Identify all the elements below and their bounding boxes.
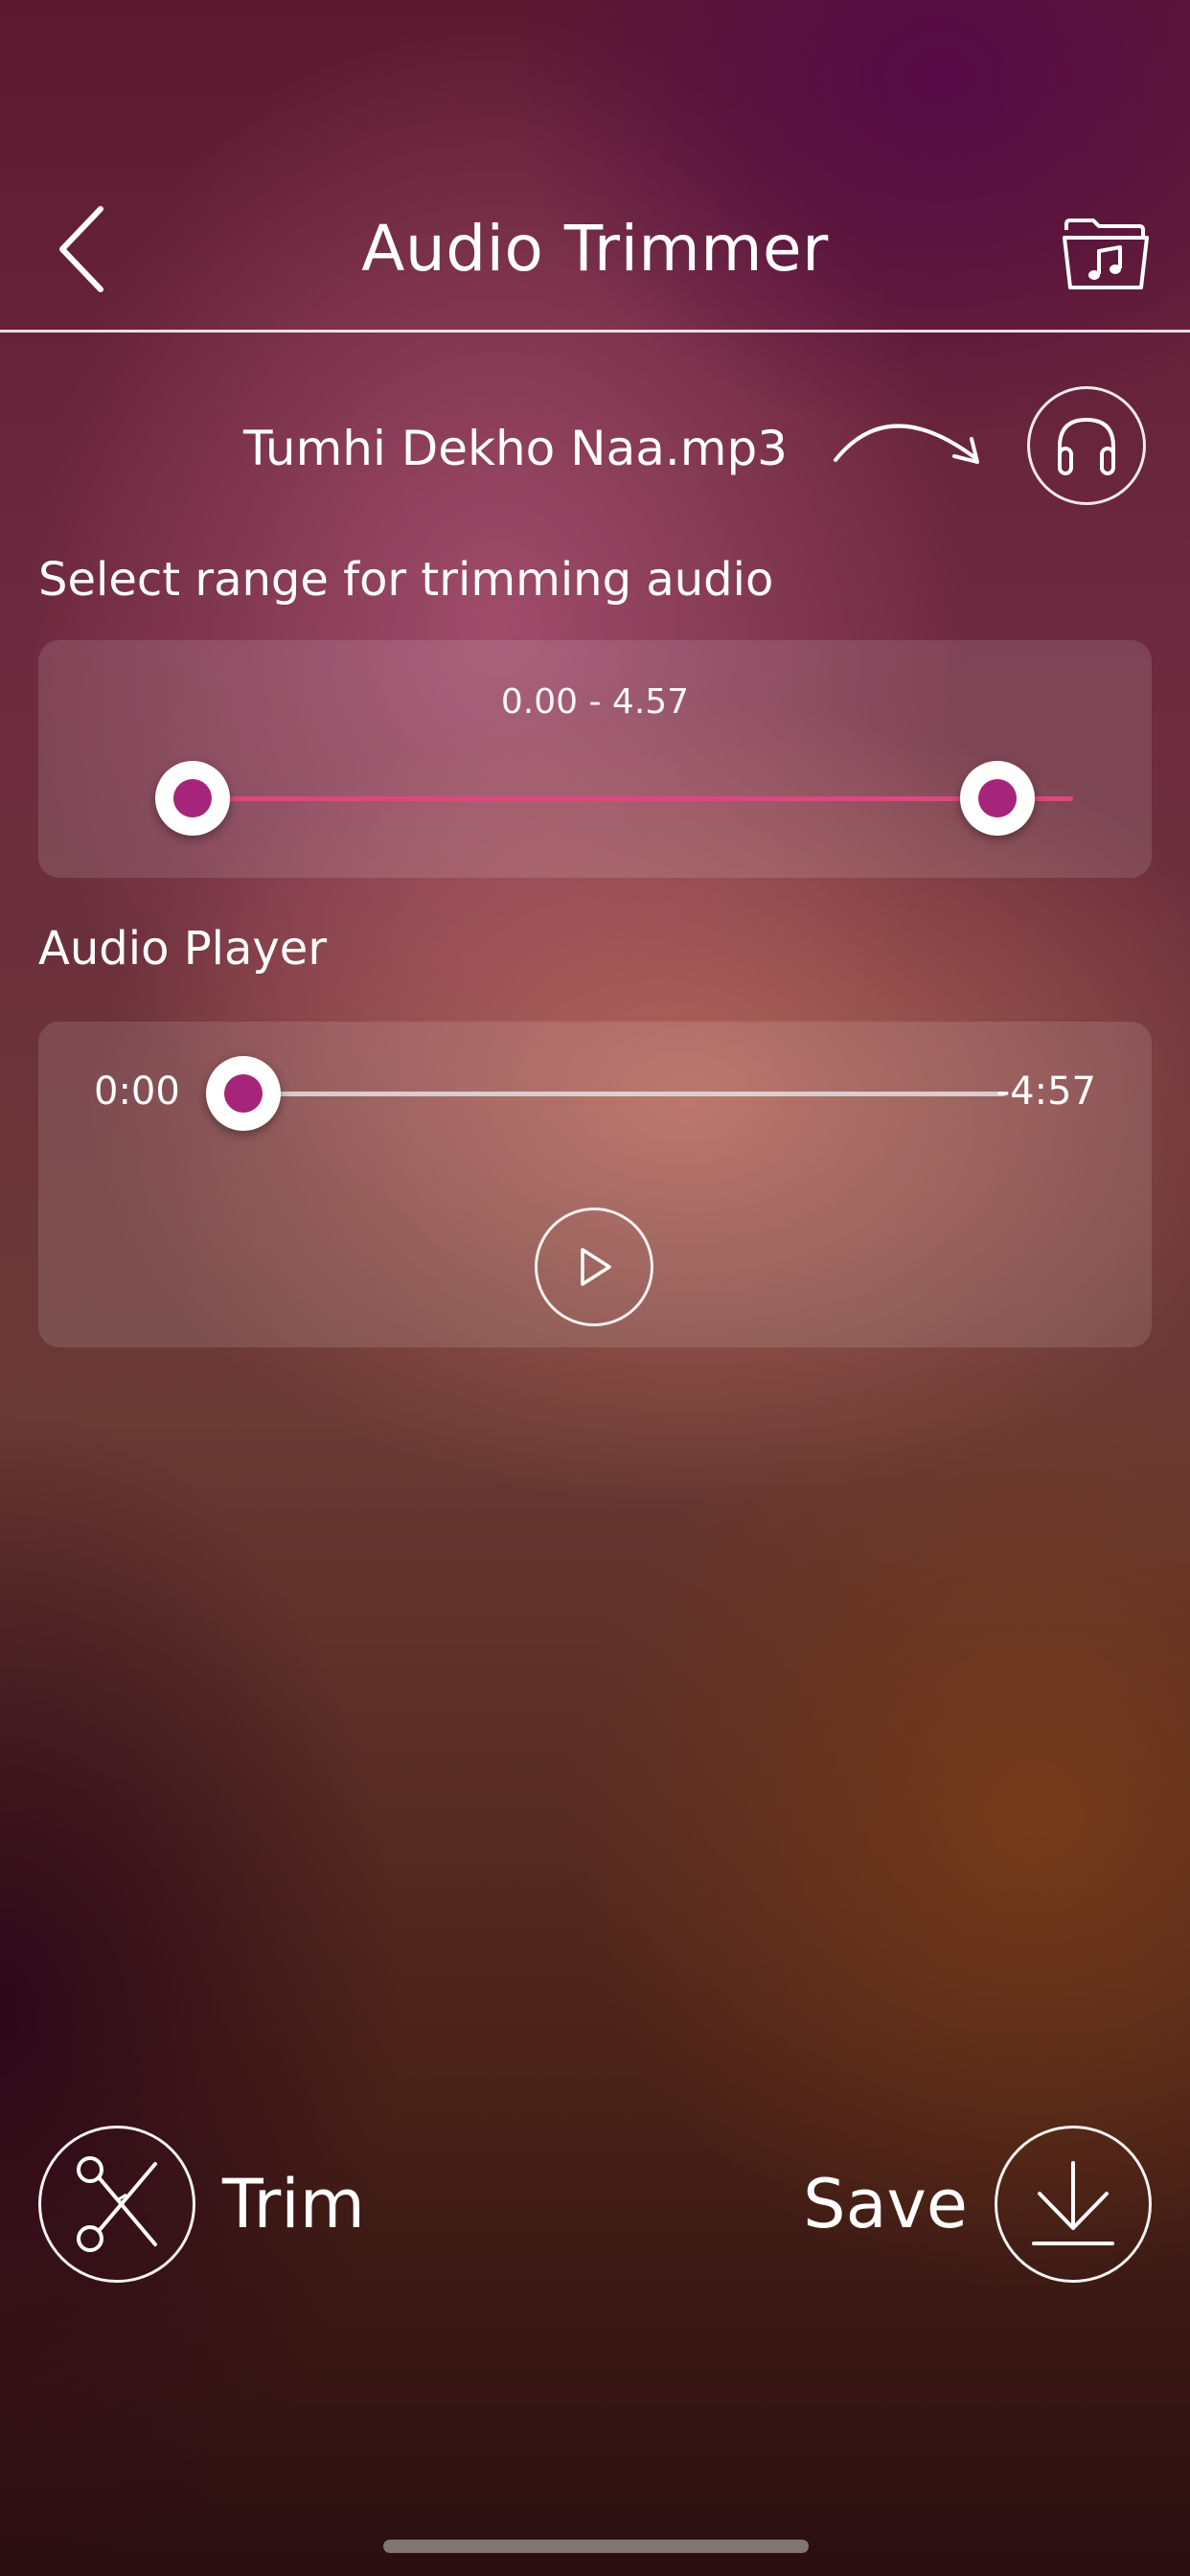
trim-button[interactable]: Trim — [38, 2124, 441, 2285]
save-label: Save — [803, 2165, 968, 2243]
save-button[interactable]: Save — [749, 2124, 1152, 2285]
range-start-handle[interactable] — [155, 761, 230, 836]
play-button[interactable] — [535, 1208, 653, 1326]
music-folder-button[interactable] — [1054, 206, 1159, 302]
trim-label: Trim — [222, 2165, 365, 2243]
scissors-icon — [38, 2126, 195, 2283]
range-panel: 0.00 - 4.57 — [38, 640, 1152, 878]
remaining-time: -4:57 — [995, 1070, 1096, 1114]
current-time: 0:00 — [94, 1070, 180, 1114]
playback-track[interactable] — [243, 1092, 1006, 1096]
page-title: Audio Trimmer — [361, 212, 829, 286]
header-divider — [0, 330, 1190, 333]
audio-player-panel: 0:00 -4:57 — [38, 1022, 1152, 1347]
play-icon — [581, 1248, 611, 1286]
music-folder-icon — [1063, 218, 1149, 289]
playback-handle[interactable] — [206, 1056, 281, 1131]
range-section-label: Select range for trimming audio — [38, 553, 774, 607]
range-end-handle[interactable] — [960, 761, 1035, 836]
range-value: 0.00 - 4.57 — [500, 682, 690, 722]
download-icon — [995, 2126, 1152, 2283]
headphones-icon — [1058, 417, 1115, 475]
range-track[interactable] — [192, 796, 1073, 801]
curved-arrow-icon — [832, 402, 990, 479]
home-indicator[interactable] — [383, 2540, 809, 2553]
player-section-label: Audio Player — [38, 922, 328, 976]
listen-button[interactable] — [1027, 386, 1146, 505]
file-name: Tumhi Dekho Naa.mp3 — [242, 421, 788, 476]
